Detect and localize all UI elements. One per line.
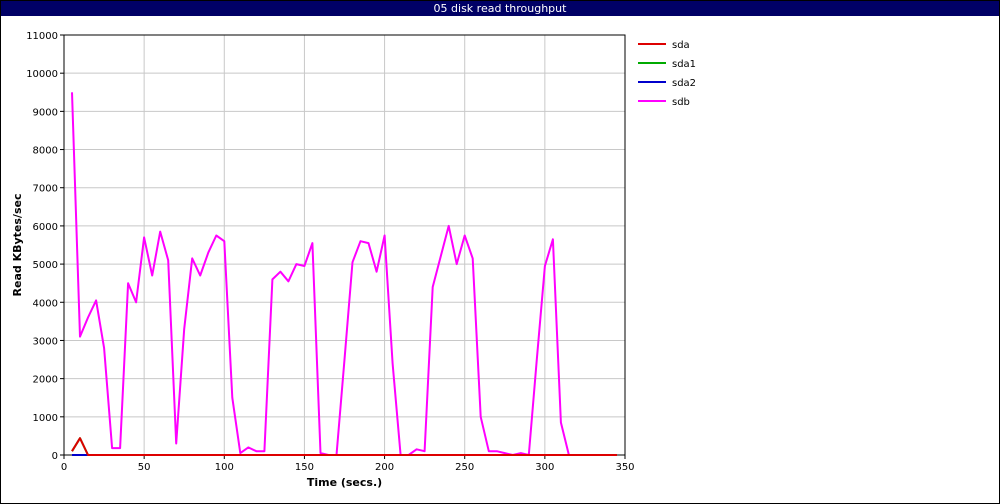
y-tick-label: 10000 bbox=[26, 69, 58, 80]
y-tick-label: 5000 bbox=[33, 260, 58, 271]
y-tick-label: 7000 bbox=[33, 184, 58, 195]
x-axis-label: Time (secs.) bbox=[307, 476, 382, 489]
y-tick-label: 1000 bbox=[33, 413, 58, 424]
series-lines bbox=[71, 92, 617, 456]
legend-label-sda1: sda1 bbox=[672, 59, 696, 70]
y-axis-label: Read KBytes/sec bbox=[11, 194, 24, 297]
x-tick-label: 100 bbox=[215, 462, 234, 473]
series-line-sda bbox=[71, 437, 617, 456]
x-tick-label: 50 bbox=[138, 462, 151, 473]
y-tick-label: 2000 bbox=[33, 375, 58, 386]
chart-canvas: 0 50 100 150 200 250 300 350 0 1000 2000 3000 4000 5… bbox=[11, 31, 696, 489]
y-tick-label: 4000 bbox=[33, 298, 58, 309]
y-tick-label: 11000 bbox=[26, 31, 58, 42]
y-tick-label: 3000 bbox=[33, 336, 58, 347]
x-tick-label: 300 bbox=[535, 462, 554, 473]
x-tick-label: 350 bbox=[615, 462, 634, 473]
x-tick-label: 0 bbox=[61, 462, 67, 473]
y-tick-label: 0 bbox=[52, 451, 58, 462]
grid-lines bbox=[63, 34, 626, 456]
plot-area bbox=[63, 34, 626, 456]
legend-label-sdb: sdb bbox=[672, 97, 690, 108]
x-tick-label: 200 bbox=[375, 462, 394, 473]
y-axis-ticks: 0 1000 2000 3000 4000 5000 6000 7000 8000 9000 100… bbox=[26, 31, 64, 462]
series-line-sdb bbox=[71, 92, 570, 456]
y-tick-label: 9000 bbox=[33, 107, 58, 118]
x-tick-label: 250 bbox=[455, 462, 474, 473]
legend: sda sda1 sda2 sdb bbox=[638, 40, 696, 108]
y-tick-label: 6000 bbox=[33, 222, 58, 233]
x-axis-ticks: 0 50 100 150 200 250 300 350 bbox=[61, 455, 635, 473]
legend-label-sda: sda bbox=[672, 40, 690, 51]
y-tick-label: 8000 bbox=[33, 146, 58, 157]
legend-label-sda2: sda2 bbox=[672, 78, 696, 89]
x-tick-label: 150 bbox=[295, 462, 314, 473]
series-line-sda1 bbox=[71, 437, 617, 456]
